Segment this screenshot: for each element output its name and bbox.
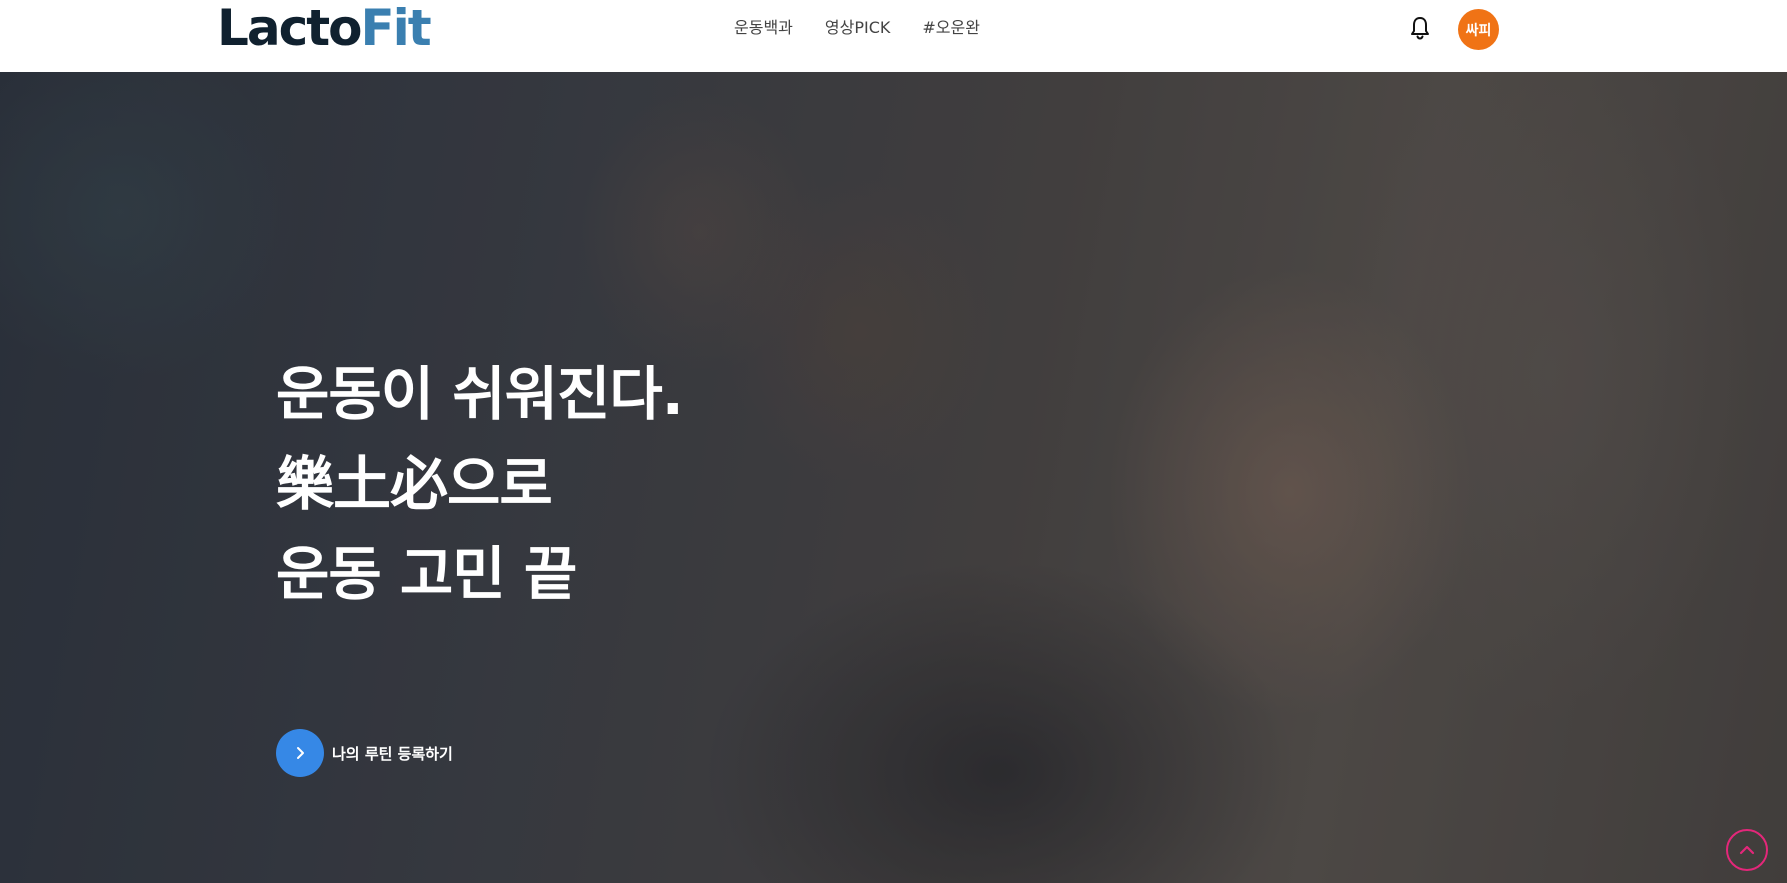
nav-item-exercise-encyclopedia[interactable]: 운동백과 [734, 18, 793, 38]
hero-headline-line-2: 樂土必으로 [276, 450, 553, 518]
hero-headline-line-1: 운동이 쉬워진다. [276, 360, 684, 428]
chevron-right-icon[interactable] [276, 729, 324, 777]
register-routine-button[interactable]: 나의 루틴 등록하기 [276, 729, 453, 777]
main-nav: 운동백과 영상PICK #오운완 [734, 18, 980, 38]
hero-headline-line-3: 운동 고민 끝 [276, 540, 577, 608]
register-routine-label[interactable]: 나의 루틴 등록하기 [332, 743, 453, 764]
logo-text-fit: Fit [360, 0, 432, 57]
nav-item-video-pick[interactable]: 영상PICK [825, 18, 890, 38]
bell-icon[interactable] [1408, 15, 1432, 41]
site-logo[interactable]: LactoFit [217, 0, 432, 57]
hero-headline: 운동이 쉬워진다. 樂土必으로 운동 고민 끝 [276, 349, 684, 619]
user-avatar[interactable]: 싸피 [1458, 9, 1499, 50]
chevron-up-icon [1739, 845, 1755, 855]
scroll-to-top-button[interactable] [1726, 829, 1768, 871]
hero-banner: 운동이 쉬워진다. 樂土必으로 운동 고민 끝 나의 루틴 등록하기 [0, 72, 1787, 883]
site-header: LactoFit 운동백과 영상PICK #오운완 싸피 [0, 0, 1787, 72]
logo-text-lacto: Lacto [217, 0, 362, 57]
nav-item-workout-done[interactable]: #오운완 [922, 18, 980, 38]
